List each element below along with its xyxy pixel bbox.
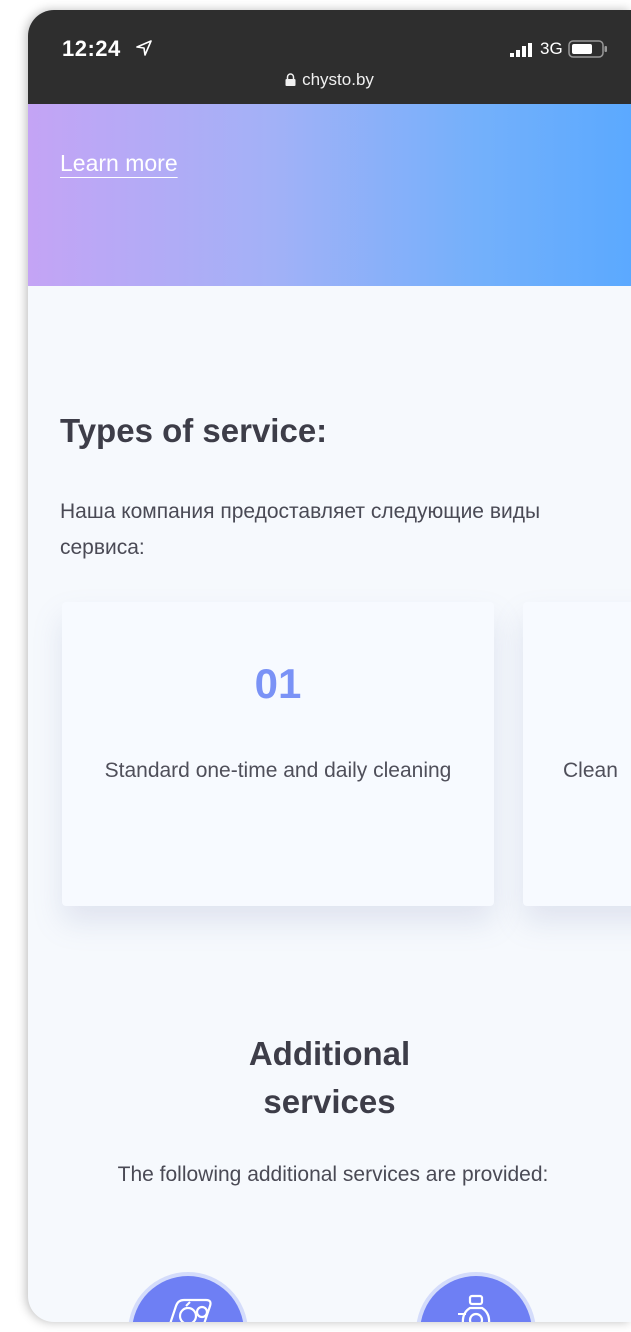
types-of-service-description: Наша компания предоставляет следующие ви…: [60, 500, 541, 559]
signal-bars-icon: [510, 43, 532, 57]
service-card[interactable]: 01 Standard one-time and daily cleaning: [62, 602, 494, 906]
additional-service-item[interactable]: [420, 1276, 532, 1322]
location-arrow-icon: [136, 40, 152, 56]
additional-service-item[interactable]: [132, 1276, 244, 1322]
lock-icon: [285, 73, 296, 86]
additional-services-title-line1: Additional: [248, 1035, 411, 1072]
service-card[interactable]: Clean: [523, 602, 631, 906]
phone-screen: 12:24 3G chysto.by Learn more Types of s…: [28, 10, 631, 1322]
status-time: 12:24: [62, 36, 121, 61]
battery-icon: [568, 40, 607, 58]
network-type: 3G: [540, 39, 563, 58]
status-bar: 12:24 3G chysto.by: [28, 10, 631, 104]
washing-machine-icon: [169, 1298, 212, 1322]
additional-services-description: The following additional services are pr…: [117, 1163, 549, 1186]
service-card-text: Clean: [563, 759, 618, 782]
url-text: chysto.by: [302, 70, 374, 89]
additional-services-title: Additional services: [28, 1030, 631, 1126]
types-of-service-title: Types of service:: [60, 412, 328, 449]
service-card-text: Standard one-time and daily cleaning: [104, 759, 452, 782]
learn-more-link[interactable]: Learn more: [60, 150, 178, 177]
service-card-number: 01: [254, 660, 302, 707]
hero-banner: Learn more: [28, 104, 631, 286]
address-bar[interactable]: chysto.by: [28, 70, 631, 90]
additional-services-title-line2: services: [263, 1083, 396, 1120]
vacuum-cleaner-icon: [458, 1294, 491, 1322]
